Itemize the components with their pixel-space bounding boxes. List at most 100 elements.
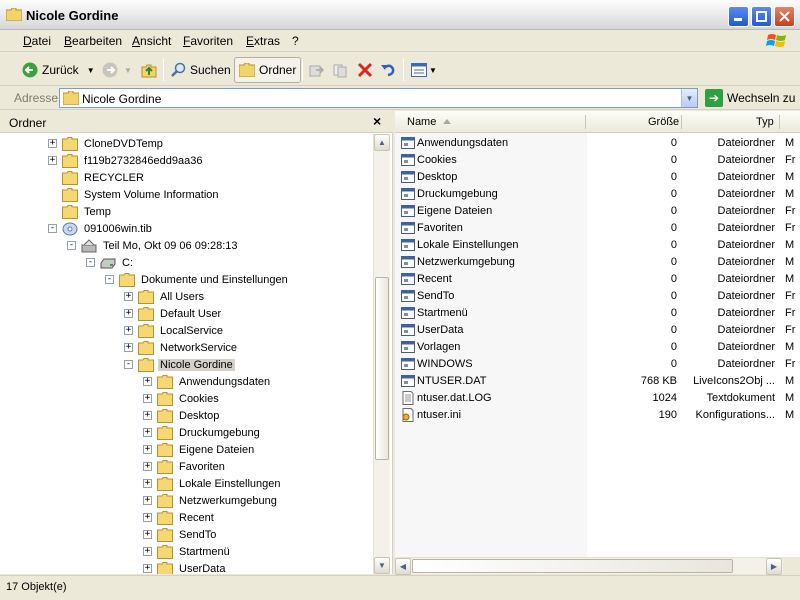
expand-icon[interactable]: + — [143, 564, 152, 573]
tree-item[interactable]: + SendTo — [143, 526, 218, 543]
expand-icon[interactable]: + — [143, 428, 152, 437]
tree-item[interactable]: + All Users — [124, 288, 206, 305]
file-row[interactable]: Netzwerkumgebung 0 Dateiordner M — [395, 254, 800, 271]
search-button[interactable]: Suchen — [170, 57, 231, 83]
tree-item[interactable]: + Desktop — [143, 407, 221, 424]
address-dropdown-button[interactable]: ▼ — [681, 89, 697, 107]
expand-icon[interactable]: + — [143, 547, 152, 556]
expand-icon[interactable]: + — [48, 156, 57, 165]
tree-item[interactable]: - Nicole Gordine — [124, 356, 235, 373]
tree-item[interactable]: - 091006win.tib — [48, 220, 154, 237]
collapse-icon[interactable]: - — [124, 360, 133, 369]
expand-icon[interactable]: + — [143, 394, 152, 403]
tree-item[interactable]: System Volume Information — [48, 186, 221, 203]
column-divider[interactable] — [585, 115, 586, 129]
minimize-button[interactable] — [728, 6, 749, 27]
chevron-down-icon[interactable]: ▼ — [124, 66, 132, 75]
tree-item[interactable]: + LocalService — [124, 322, 225, 339]
file-row[interactable]: Vorlagen 0 Dateiordner M — [395, 339, 800, 356]
chevron-down-icon[interactable]: ▼ — [429, 66, 437, 75]
tree-item[interactable]: + Lokale Einstellungen — [143, 475, 283, 492]
scroll-up-button[interactable]: ▲ — [374, 134, 390, 151]
tree-item[interactable]: + Cookies — [143, 390, 221, 407]
file-row[interactable]: Eigene Dateien 0 Dateiordner Fr — [395, 203, 800, 220]
file-row[interactable]: Cookies 0 Dateiordner Fr — [395, 152, 800, 169]
up-folder-button[interactable] — [141, 57, 157, 83]
tree-item[interactable]: + Startmenü — [143, 543, 232, 560]
expand-icon[interactable]: + — [143, 377, 152, 386]
scroll-left-button[interactable]: ◀ — [395, 558, 411, 575]
copy-to-button[interactable] — [333, 57, 349, 83]
folders-button[interactable]: Ordner — [234, 57, 302, 83]
expand-icon[interactable]: + — [48, 139, 57, 148]
tree-item[interactable]: + f119b2732846edd9aa36 — [48, 152, 204, 169]
file-row[interactable]: Druckumgebung 0 Dateiordner M — [395, 186, 800, 203]
collapse-icon[interactable]: - — [67, 241, 76, 250]
close-pane-icon[interactable]: × — [373, 113, 381, 129]
back-button[interactable]: Zurück ▼ — [22, 57, 95, 83]
address-input[interactable]: Nicole Gordine ▼ — [59, 88, 698, 108]
scroll-thumb[interactable] — [375, 277, 389, 460]
go-button[interactable]: ➔ Wechseln zu — [705, 89, 795, 107]
tree-item[interactable]: + Druckumgebung — [143, 424, 262, 441]
file-row[interactable]: SendTo 0 Dateiordner Fr — [395, 288, 800, 305]
tree-item[interactable]: + NetworkService — [124, 339, 239, 356]
file-row[interactable]: WINDOWS 0 Dateiordner Fr — [395, 356, 800, 373]
file-row[interactable]: UserData 0 Dateiordner Fr — [395, 322, 800, 339]
expand-icon[interactable]: + — [143, 496, 152, 505]
column-size[interactable]: Größe — [648, 116, 679, 128]
menu-help[interactable]: ? — [292, 34, 299, 48]
menu-favoriten[interactable]: Favoriten — [183, 34, 233, 48]
tree-item[interactable]: - C: — [86, 254, 135, 271]
scroll-right-button[interactable]: ▶ — [766, 558, 782, 575]
expand-icon[interactable]: + — [143, 411, 152, 420]
file-row[interactable]: Startmenü 0 Dateiordner Fr — [395, 305, 800, 322]
maximize-button[interactable] — [751, 6, 772, 27]
tree-item[interactable]: - Dokumente und Einstellungen — [105, 271, 290, 288]
expand-icon[interactable]: + — [143, 513, 152, 522]
collapse-icon[interactable]: - — [86, 258, 95, 267]
expand-icon[interactable]: + — [124, 326, 133, 335]
file-row[interactable]: Anwendungsdaten 0 Dateiordner M — [395, 135, 800, 152]
delete-button[interactable] — [357, 57, 373, 83]
expand-icon[interactable]: + — [143, 462, 152, 471]
file-row[interactable]: ntuser.ini 190 Konfigurations... M — [395, 407, 800, 424]
file-row[interactable]: Favoriten 0 Dateiordner Fr — [395, 220, 800, 237]
tree-item[interactable]: + Netzwerkumgebung — [143, 492, 279, 509]
tree-item[interactable]: Temp — [48, 203, 113, 220]
undo-button[interactable] — [380, 57, 396, 83]
menu-bearbeiten[interactable]: Bearbeiten — [64, 34, 122, 48]
menu-extras[interactable]: Extras — [246, 34, 280, 48]
expand-icon[interactable]: + — [124, 309, 133, 318]
tree-item[interactable]: + Anwendungsdaten — [143, 373, 272, 390]
expand-icon[interactable]: + — [124, 343, 133, 352]
tree-item[interactable]: + Recent — [143, 509, 216, 526]
tree-item[interactable]: RECYCLER — [48, 169, 146, 186]
file-row[interactable]: Lokale Einstellungen 0 Dateiordner M — [395, 237, 800, 254]
column-divider[interactable] — [681, 115, 682, 129]
file-row[interactable]: Desktop 0 Dateiordner M — [395, 169, 800, 186]
tree-item[interactable]: + Default User — [124, 305, 223, 322]
expand-icon[interactable]: + — [143, 479, 152, 488]
menu-datei[interactable]: Datei — [23, 34, 51, 48]
expand-icon[interactable]: + — [143, 530, 152, 539]
expand-icon[interactable]: + — [124, 292, 133, 301]
file-row[interactable]: NTUSER.DAT 768 KB LiveIcons2Obj ... M — [395, 373, 800, 390]
menu-ansicht[interactable]: Ansicht — [132, 34, 171, 48]
column-type[interactable]: Typ — [756, 116, 774, 128]
views-button[interactable]: ▼ — [411, 57, 437, 83]
tree-item[interactable]: + UserData — [143, 560, 227, 574]
tree-item[interactable]: + Eigene Dateien — [143, 441, 256, 458]
file-row[interactable]: ntuser.dat.LOG 1024 Textdokument M — [395, 390, 800, 407]
tree-vertical-scrollbar[interactable]: ▲ ▼ — [373, 134, 390, 574]
expand-icon[interactable]: + — [143, 445, 152, 454]
tree-item[interactable]: + Favoriten — [143, 458, 227, 475]
column-divider[interactable] — [779, 115, 780, 129]
tree-item[interactable]: + CloneDVDTemp — [48, 135, 165, 152]
column-name[interactable]: Name — [407, 116, 436, 128]
forward-button[interactable]: ▼ — [102, 57, 132, 83]
file-row[interactable]: Recent 0 Dateiordner M — [395, 271, 800, 288]
collapse-icon[interactable]: - — [48, 224, 57, 233]
scroll-down-button[interactable]: ▼ — [374, 557, 390, 574]
file-list-horizontal-scrollbar[interactable]: ◀ ▶ — [395, 557, 783, 575]
